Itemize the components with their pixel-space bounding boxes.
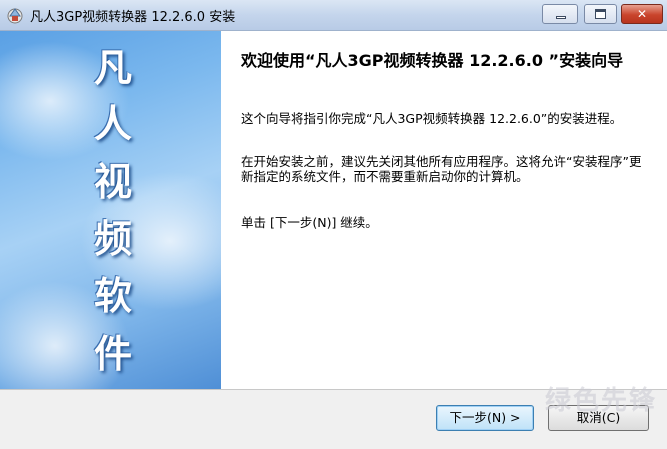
next-button[interactable]: 下一步(N) > <box>436 405 534 431</box>
installer-icon <box>7 8 23 24</box>
maximize-icon <box>595 9 606 19</box>
page-title: 欢迎使用“凡人3GP视频转换器 12.2.6.0 ”安装向导 <box>241 51 624 70</box>
banner-char: 件 <box>93 331 132 376</box>
title-bar[interactable]: 凡人3GP视频转换器 12.2.6.0 安装 ✕ <box>0 0 667 31</box>
installer-window: 凡人3GP视频转换器 12.2.6.0 安装 ✕ 凡 人 视 频 软 件 欢迎使… <box>0 0 667 449</box>
banner-char: 软 <box>93 273 132 318</box>
close-icon: ✕ <box>636 7 648 21</box>
continue-hint: 单击 [下一步(N)] 继续。 <box>241 215 378 230</box>
banner-char: 视 <box>93 159 132 204</box>
banner-char: 凡 <box>93 45 132 90</box>
watermark: 绿色先锋 <box>545 386 658 416</box>
window-title: 凡人3GP视频转换器 12.2.6.0 安装 <box>30 10 236 25</box>
advice-text: 在开始安装之前，建议先关闭其他所有应用程序。这将允许“安装程序”更新指定的系统文… <box>241 154 642 184</box>
wizard-banner-image: 凡 人 视 频 软 件 <box>0 31 221 389</box>
wizard-content: 欢迎使用“凡人3GP视频转换器 12.2.6.0 ”安装向导 这个向导将指引你完… <box>221 31 667 389</box>
close-button[interactable]: ✕ <box>621 4 663 24</box>
minimize-button[interactable] <box>542 4 578 24</box>
banner-char: 人 <box>93 101 132 146</box>
minimize-icon <box>556 16 566 19</box>
intro-text: 这个向导将指引你完成“凡人3GP视频转换器 12.2.6.0”的安装进程。 <box>241 111 623 126</box>
banner-char: 频 <box>93 216 132 261</box>
maximize-button[interactable] <box>584 4 617 24</box>
